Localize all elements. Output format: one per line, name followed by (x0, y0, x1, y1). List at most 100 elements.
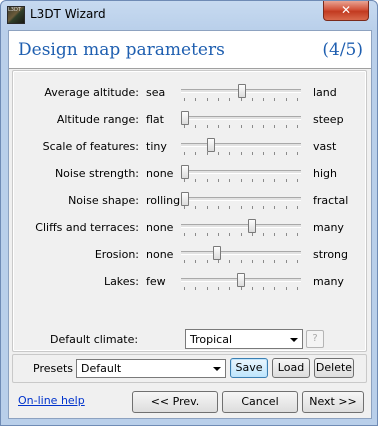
slider-tick (286, 98, 287, 101)
slider-tick (252, 98, 253, 101)
slider-track (181, 197, 301, 201)
slider-thumb[interactable] (181, 192, 189, 206)
slider-thumb[interactable] (236, 273, 245, 287)
climate-help-button[interactable]: ? (306, 330, 324, 348)
parameter-slider[interactable] (181, 164, 301, 184)
slider-low-label: flat (146, 113, 164, 126)
slider-thumb[interactable] (212, 246, 221, 260)
slider-tick (263, 260, 264, 263)
slider-tick (297, 233, 298, 236)
cancel-button[interactable]: Cancel (222, 391, 298, 413)
slider-tick (252, 152, 253, 155)
prev-button[interactable]: << Prev. (132, 391, 218, 413)
slider-tick (229, 206, 230, 209)
slider-tick (297, 260, 298, 263)
client-area: Design map parameters (4/5) Average alti… (8, 30, 372, 419)
slider-tick (195, 287, 196, 290)
climate-value: Tropical (190, 333, 232, 346)
slider-tick (218, 287, 219, 290)
slider-low-label: few (146, 275, 166, 288)
close-button[interactable]: ✕ (323, 1, 369, 21)
parameter-slider[interactable] (181, 245, 301, 265)
slider-tick (184, 179, 185, 182)
slider-tick (286, 287, 287, 290)
parameter-slider[interactable] (181, 218, 301, 238)
slider-tick (252, 179, 253, 182)
parameter-slider[interactable] (181, 83, 301, 103)
slider-tick (195, 179, 196, 182)
slider-high-label: fractal (313, 194, 349, 207)
parameter-label: Scale of features: (42, 140, 139, 153)
slider-tick (252, 206, 253, 209)
slider-tick (207, 233, 208, 236)
slider-tick (207, 98, 208, 101)
parameter-row: Noise strength: none high (13, 164, 366, 184)
slider-ticks (184, 152, 298, 155)
parameter-slider[interactable] (181, 272, 301, 292)
parameter-label: Erosion: (94, 248, 139, 261)
slider-tick (252, 260, 253, 263)
slider-high-label: land (313, 86, 337, 99)
slider-tick (263, 206, 264, 209)
parameter-row: Scale of features: tiny vast (13, 137, 366, 157)
title-bar[interactable]: L3DT L3DT Wizard ✕ (1, 1, 377, 29)
slider-tick (184, 287, 185, 290)
slider-tick (286, 125, 287, 128)
window-title: L3DT Wizard (30, 7, 106, 21)
online-help-link[interactable]: On-line help (18, 394, 85, 407)
save-preset-button[interactable]: Save (230, 358, 268, 378)
slider-track (181, 116, 301, 120)
slider-tick (207, 179, 208, 182)
slider-tick (195, 206, 196, 209)
climate-select[interactable]: Tropical (185, 329, 303, 349)
slider-low-label: sea (146, 86, 166, 99)
slider-tick (207, 125, 208, 128)
slider-tick (297, 206, 298, 209)
load-preset-button[interactable]: Load (272, 358, 310, 378)
slider-thumb[interactable] (181, 111, 189, 125)
slider-tick (274, 125, 275, 128)
slider-tick (184, 206, 185, 209)
step-indicator: (4/5) (322, 40, 363, 60)
presets-value: Default (81, 362, 122, 375)
slider-tick (229, 152, 230, 155)
slider-thumb[interactable] (181, 165, 189, 179)
slider-thumb[interactable] (238, 84, 246, 98)
question-icon: ? (312, 333, 318, 344)
parameter-slider[interactable] (181, 137, 301, 157)
slider-thumb[interactable] (248, 219, 257, 233)
slider-tick (263, 287, 264, 290)
slider-tick (274, 179, 275, 182)
slider-ticks (184, 233, 298, 236)
slider-tick (184, 152, 185, 155)
slider-tick (274, 206, 275, 209)
parameters-group: Average altitude: sea land Altitude range: f… (12, 70, 367, 352)
parameter-slider[interactable] (181, 191, 301, 211)
slider-tick (195, 98, 196, 101)
slider-low-label: none (146, 248, 174, 261)
slider-tick (241, 125, 242, 128)
slider-tick (229, 287, 230, 290)
slider-low-label: none (146, 167, 174, 180)
slider-tick (195, 125, 196, 128)
slider-tick (207, 260, 208, 263)
slider-tick (229, 179, 230, 182)
parameter-slider[interactable] (181, 110, 301, 130)
next-button[interactable]: Next >> (302, 391, 364, 413)
slider-tick (195, 152, 196, 155)
slider-tick (286, 206, 287, 209)
presets-select[interactable]: Default (76, 359, 226, 378)
delete-preset-button[interactable]: Delete (314, 358, 354, 378)
parameter-row: Noise shape: rolling fractal (13, 191, 366, 211)
slider-tick (263, 152, 264, 155)
slider-tick (241, 206, 242, 209)
slider-tick (218, 98, 219, 101)
slider-low-label: none (146, 221, 174, 234)
slider-tick (229, 98, 230, 101)
parameter-label: Cliffs and terraces: (35, 221, 139, 234)
slider-low-label: tiny (146, 140, 167, 153)
slider-thumb[interactable] (207, 138, 216, 152)
slider-tick (241, 152, 242, 155)
presets-label: Presets (33, 362, 74, 375)
close-icon: ✕ (340, 3, 352, 17)
